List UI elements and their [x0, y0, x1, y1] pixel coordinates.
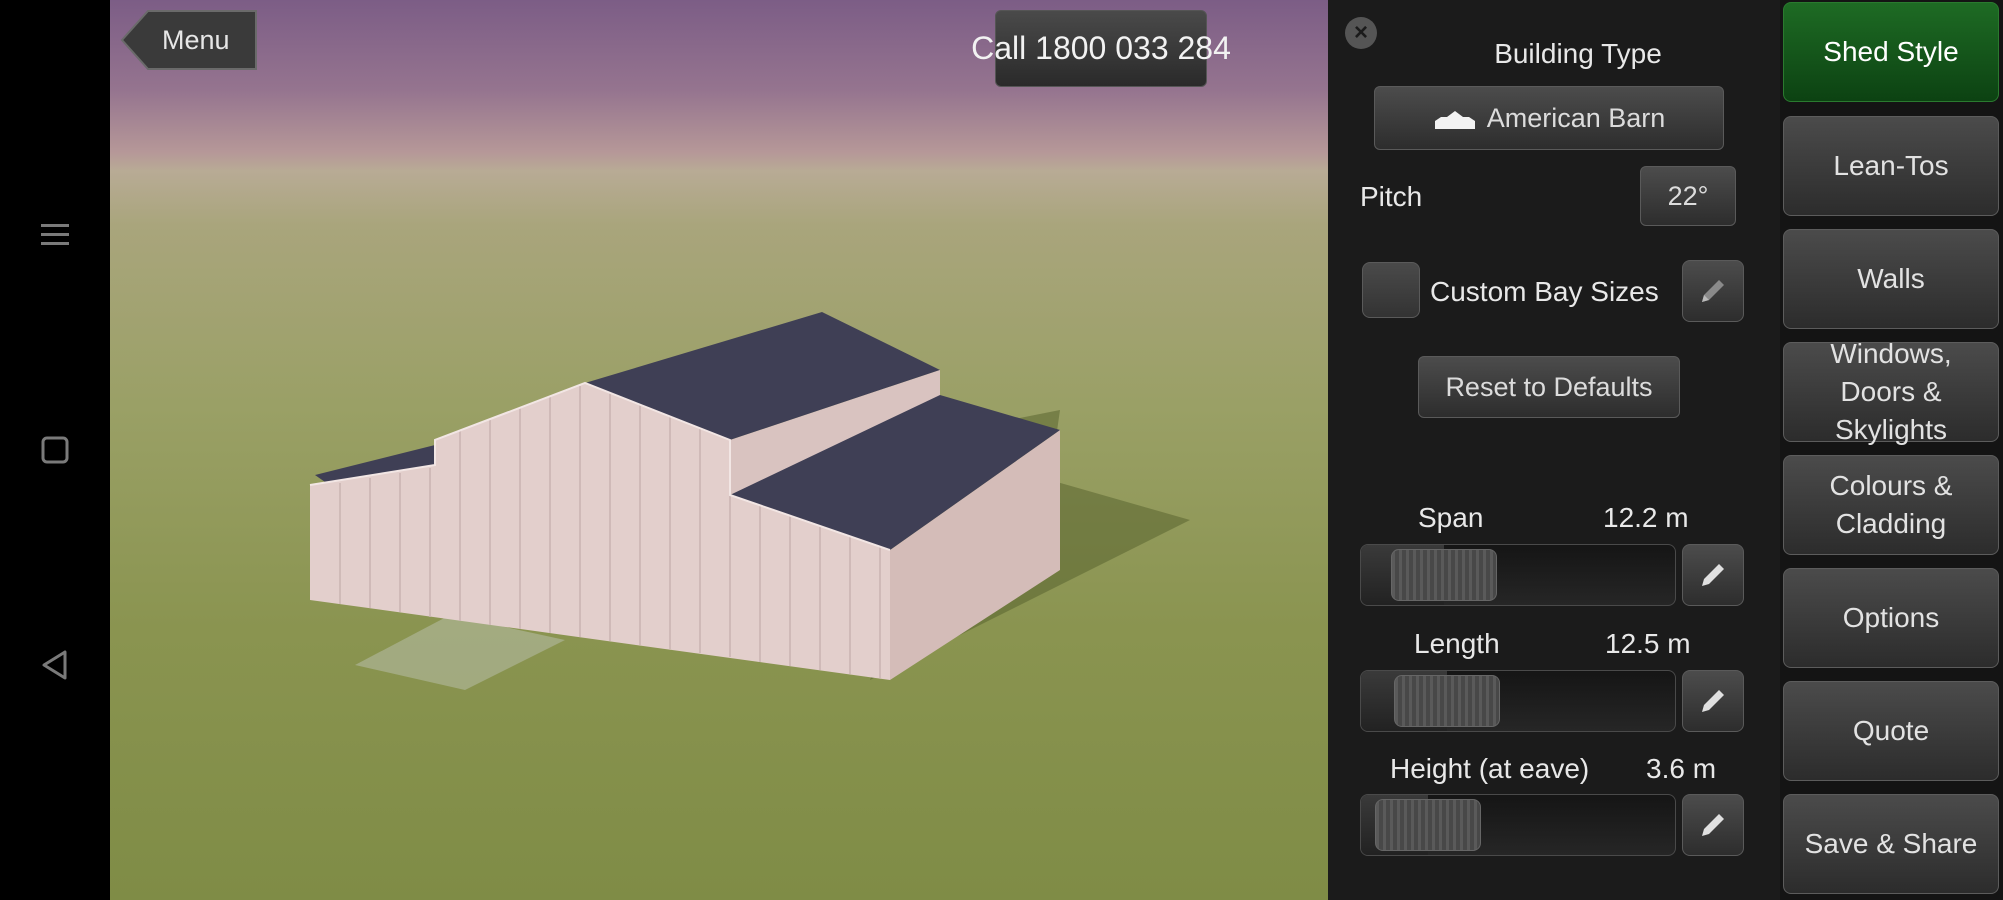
- span-slider[interactable]: [1360, 544, 1676, 606]
- custom-bay-checkbox[interactable]: [1362, 262, 1420, 318]
- menu-item-lean-tos[interactable]: Lean-Tos: [1783, 116, 1999, 216]
- length-value: 12.5 m: [1605, 628, 1691, 659]
- height-label: Height (at eave): [1390, 753, 1590, 784]
- barn-icon: [1434, 111, 1475, 129]
- span-label: Span: [1418, 502, 1484, 533]
- menu-item-walls[interactable]: Walls: [1783, 229, 1999, 329]
- shed-style-panel: × Building Type American Barn Pitch 22° …: [1328, 0, 1780, 900]
- length-slider-thumb[interactable]: [1394, 675, 1500, 727]
- call-button[interactable]: Call 1800 033 284: [971, 10, 1231, 87]
- building-type-value: American Barn: [1486, 102, 1666, 133]
- pencil-icon: [1702, 690, 1724, 712]
- reset-defaults-button[interactable]: Reset to Defaults: [1418, 356, 1680, 418]
- pitch-label: Pitch: [1360, 181, 1423, 212]
- span-slider-thumb[interactable]: [1391, 549, 1497, 601]
- height-value: 3.6 m: [1646, 753, 1717, 784]
- main-menu: Shed Style Lean-Tos Walls Windows, Doors…: [1780, 0, 2003, 900]
- close-icon[interactable]: ×: [1345, 17, 1377, 49]
- menu-item-quote[interactable]: Quote: [1783, 681, 1999, 781]
- recent-apps-icon[interactable]: [35, 215, 75, 255]
- height-slider[interactable]: [1360, 794, 1676, 856]
- pencil-icon: [1702, 814, 1724, 836]
- height-slider-thumb[interactable]: [1375, 799, 1481, 851]
- shed-3d-model[interactable]: [110, 0, 1328, 900]
- menu-item-save-share[interactable]: Save & Share: [1783, 794, 1999, 894]
- menu-item-colours-cladding[interactable]: Colours & Cladding: [1783, 455, 1999, 555]
- pencil-icon: [1702, 280, 1724, 302]
- building-type-label: Building Type: [1494, 38, 1662, 69]
- length-edit-button[interactable]: [1682, 670, 1744, 732]
- custom-bay-edit-button[interactable]: [1682, 260, 1744, 322]
- menu-item-shed-style[interactable]: Shed Style: [1783, 2, 1999, 102]
- back-icon[interactable]: [35, 645, 75, 685]
- menu-item-options[interactable]: Options: [1783, 568, 1999, 668]
- system-nav-bar: [0, 0, 110, 900]
- building-type-selector[interactable]: American Barn: [1374, 86, 1724, 150]
- menu-button-label: Menu: [162, 25, 230, 55]
- length-label: Length: [1414, 628, 1500, 659]
- menu-button[interactable]: Menu: [120, 9, 260, 71]
- 3d-viewport[interactable]: Menu Call 1800 033 284: [110, 0, 1328, 900]
- custom-bay-label: Custom Bay Sizes: [1430, 276, 1659, 307]
- menu-item-windows-doors-skylights[interactable]: Windows, Doors & Skylights: [1783, 338, 1999, 445]
- pencil-icon: [1702, 564, 1724, 586]
- span-edit-button[interactable]: [1682, 544, 1744, 606]
- home-icon[interactable]: [35, 430, 75, 470]
- span-value: 12.2 m: [1603, 502, 1689, 533]
- height-edit-button[interactable]: [1682, 794, 1744, 856]
- pitch-button[interactable]: 22°: [1640, 166, 1736, 226]
- length-slider[interactable]: [1360, 670, 1676, 732]
